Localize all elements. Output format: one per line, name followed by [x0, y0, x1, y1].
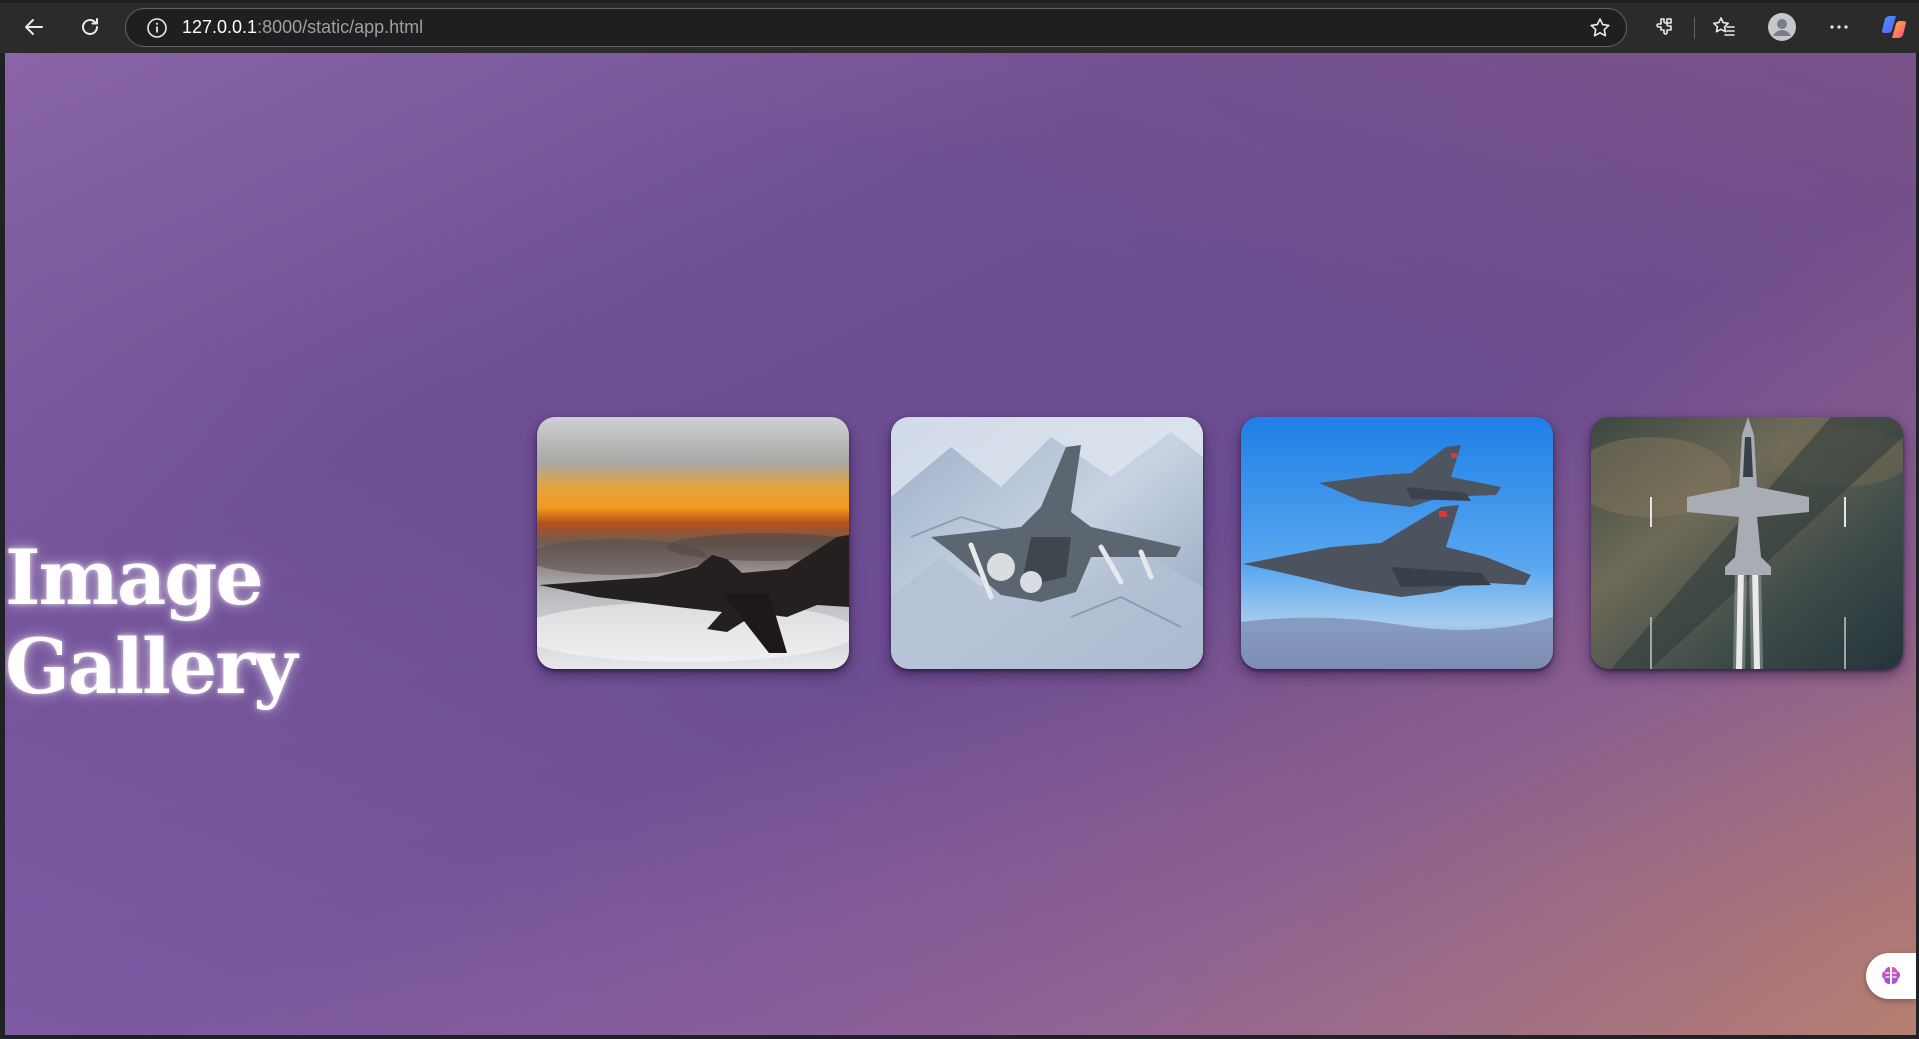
extensions-icon	[1656, 18, 1672, 35]
url-path: :8000/static/app.html	[257, 17, 424, 37]
extensions-button[interactable]	[1646, 9, 1682, 45]
gallery-image-1[interactable]	[537, 417, 849, 669]
url-text: 127.0.0.1:8000/static/app.html	[182, 17, 423, 38]
profile-avatar-icon	[1768, 13, 1796, 41]
copilot-icon	[1882, 16, 1906, 38]
url-host: 127.0.0.1	[182, 17, 258, 37]
profile-button[interactable]	[1764, 9, 1800, 45]
assistant-floating-button[interactable]	[1866, 953, 1916, 999]
more-menu-icon	[1830, 25, 1848, 29]
back-arrow-icon	[25, 19, 43, 35]
browser-toolbar: 127.0.0.1:8000/static/app.html	[0, 0, 1919, 53]
site-info-icon[interactable]	[146, 17, 168, 39]
page-viewport: Image Gallery	[5, 53, 1916, 1035]
back-button[interactable]	[14, 7, 54, 47]
gallery-image-3[interactable]	[1241, 417, 1553, 669]
reload-icon	[82, 18, 98, 35]
favorites-button[interactable]	[1706, 9, 1742, 45]
reload-button[interactable]	[70, 7, 110, 47]
bookmark-star-icon[interactable]	[1588, 16, 1612, 44]
brain-icon	[1882, 967, 1900, 984]
gallery-image-4[interactable]	[1591, 417, 1903, 669]
favorites-icon	[1713, 17, 1735, 36]
page-title: Image Gallery	[5, 533, 297, 711]
tab-strip-edge	[0, 0, 1919, 3]
window-bottom-edge	[0, 1035, 1919, 1039]
toolbar-separator	[1694, 17, 1695, 39]
gallery-image-2[interactable]	[891, 417, 1203, 669]
address-bar[interactable]: 127.0.0.1:8000/static/app.html	[125, 8, 1627, 47]
more-menu-button[interactable]	[1821, 9, 1857, 45]
copilot-button[interactable]	[1876, 9, 1912, 45]
